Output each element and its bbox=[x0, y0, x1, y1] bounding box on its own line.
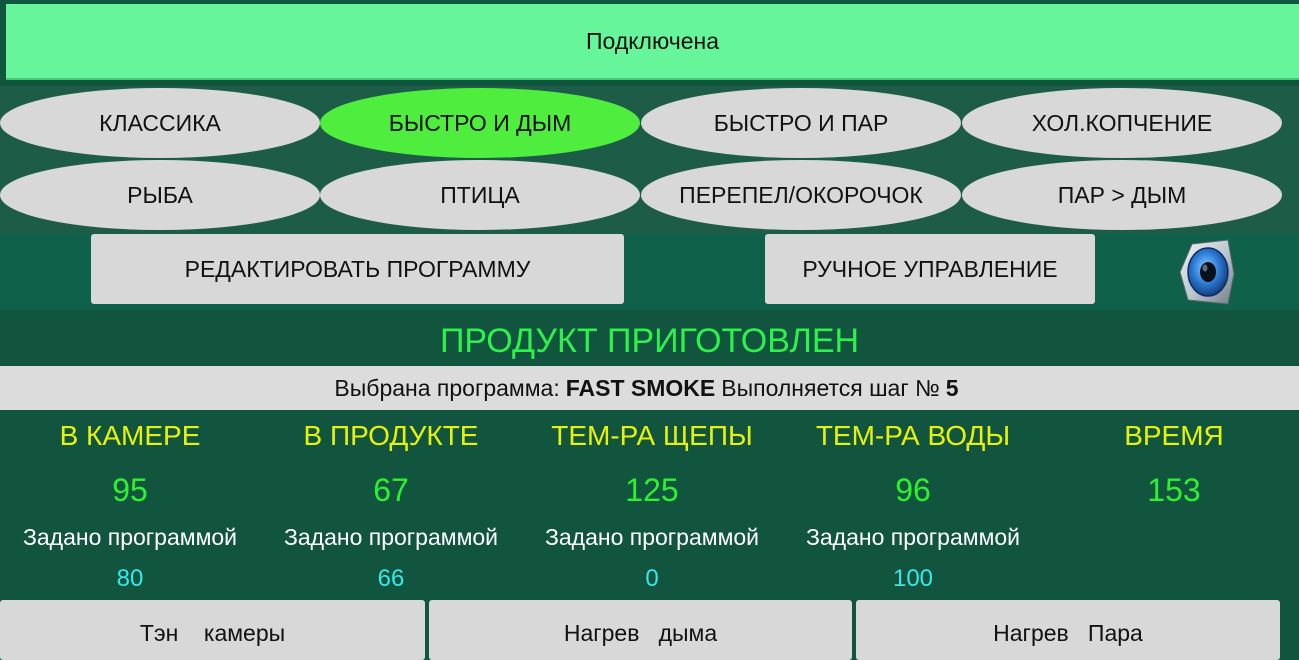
program-klassika-button[interactable]: КЛАССИКА bbox=[0, 88, 320, 158]
smoke-heating-button[interactable]: Нагрев дыма bbox=[429, 600, 852, 660]
time-label: ВРЕМЯ bbox=[1124, 420, 1224, 451]
steam-heating-button[interactable]: Нагрев Пара bbox=[856, 600, 1280, 660]
chips-temp-value: 125 bbox=[625, 472, 679, 508]
chips-set-label: Задано программой bbox=[544, 524, 760, 550]
water-set-value: 100 bbox=[892, 565, 934, 592]
status-message: ПРОДУКТ ПРИГОТОВЛЕН bbox=[439, 321, 860, 360]
speaker-icon[interactable] bbox=[1170, 236, 1242, 308]
program-fast-smoke-button[interactable]: БЫСТРО И ДЫМ bbox=[320, 88, 640, 158]
program-fish-button[interactable]: РЫБА bbox=[0, 160, 320, 230]
chamber-temp-value: 95 bbox=[112, 472, 148, 508]
program-cold-smoking-button[interactable]: ХОЛ.КОПЧЕНИЕ bbox=[962, 88, 1282, 158]
step-number: 5 bbox=[945, 374, 959, 401]
program-poultry-button[interactable]: ПТИЦА bbox=[320, 160, 640, 230]
water-set-label: Задано программой bbox=[805, 524, 1021, 550]
product-set-label: Задано программой bbox=[283, 524, 499, 550]
chips-set-value: 0 bbox=[645, 565, 659, 592]
water-temp-value: 96 bbox=[895, 472, 931, 508]
water-temp-label: ТЕМ-РА ВОДЫ bbox=[815, 420, 1011, 451]
chips-temp-label: ТЕМ-РА ЩЕПЫ bbox=[551, 420, 753, 451]
program-info-bar: Выбрана программа: FAST SMOKE Выполняетс… bbox=[0, 366, 1299, 410]
program-quail-button[interactable]: ПЕРЕПЕЛ/ОКОРОЧОК bbox=[641, 160, 961, 230]
manual-control-button[interactable]: РУЧНОЕ УПРАВЛЕНИЕ bbox=[765, 234, 1095, 304]
chamber-temp-label: В КАМЕРЕ bbox=[59, 420, 201, 451]
program-prefix: Выбрана программа: bbox=[334, 374, 560, 401]
product-temp-value: 67 bbox=[373, 472, 409, 508]
product-temp-label: В ПРОДУКТЕ bbox=[303, 420, 479, 451]
program-fast-steam-button[interactable]: БЫСТРО И ПАР bbox=[641, 88, 961, 158]
chamber-set-value: 80 bbox=[116, 565, 144, 592]
program-name: FAST SMOKE bbox=[565, 374, 716, 401]
time-value: 153 bbox=[1147, 472, 1201, 508]
edit-program-button[interactable]: РЕДАКТИРОВАТЬ ПРОГРАММУ bbox=[91, 234, 624, 304]
program-steam-smoke-button[interactable]: ПАР > ДЫМ bbox=[962, 160, 1282, 230]
chamber-heater-button[interactable]: Тэн камеры bbox=[0, 600, 425, 660]
chamber-set-label: Задано программой bbox=[22, 524, 238, 550]
connection-status: Подключена bbox=[6, 4, 1299, 80]
product-set-value: 66 bbox=[377, 565, 405, 592]
step-prefix: Выполняется шаг № bbox=[721, 374, 940, 401]
